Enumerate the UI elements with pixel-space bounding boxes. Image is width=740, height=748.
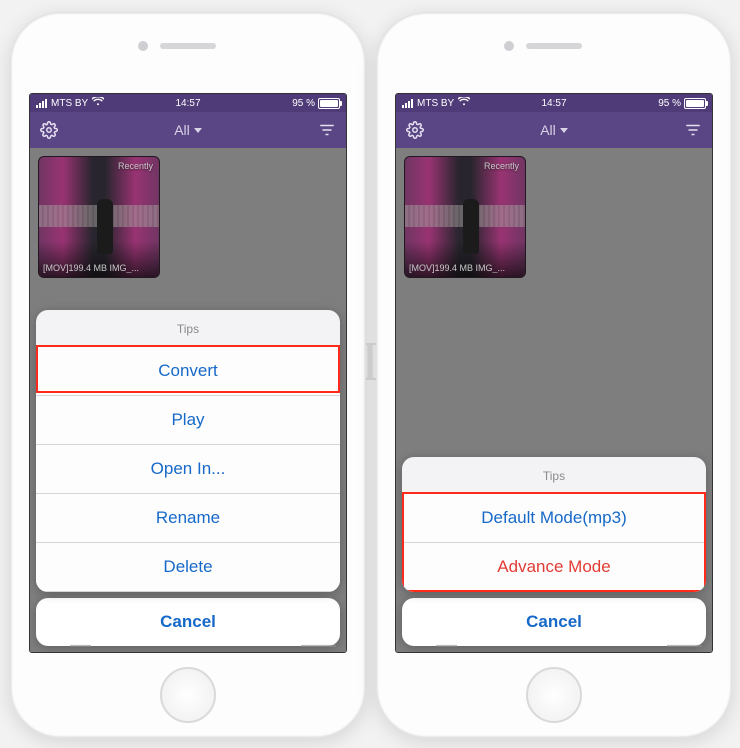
device-frame-left: MTS BY 14:57 95 % All	[10, 12, 366, 738]
sheet-header: Tips	[36, 310, 340, 347]
nav-filter-dropdown[interactable]: All	[174, 122, 202, 138]
sheet-item-play[interactable]: Play	[36, 396, 340, 445]
sheet-options-group: Tips Convert Play Open In... Rename Dele…	[36, 310, 340, 592]
gear-icon[interactable]	[406, 121, 424, 139]
device-frame-right: MTS BY 14:57 95 % All	[376, 12, 732, 738]
sheet-item-convert[interactable]: Convert	[36, 347, 340, 396]
sheet-item-delete[interactable]: Delete	[36, 543, 340, 592]
speaker-grill	[160, 43, 216, 49]
chevron-down-icon	[194, 128, 202, 133]
sheet-item-default-mode[interactable]: Default Mode(mp3)	[402, 494, 706, 543]
sheet-item-open-in[interactable]: Open In...	[36, 445, 340, 494]
status-bar: MTS BY 14:57 95 %	[396, 94, 712, 112]
app-nav: All	[30, 112, 346, 148]
front-camera	[138, 41, 148, 51]
chevron-down-icon	[560, 128, 568, 133]
filter-icon[interactable]	[318, 121, 336, 139]
background-hint: ▬▬▬▬▬▬▬▬	[436, 642, 702, 650]
sheet-item-rename[interactable]: Rename	[36, 494, 340, 543]
action-sheet: Tips Default Mode(mp3) Advance Mode Canc…	[402, 457, 706, 646]
nav-title-label: All	[540, 122, 556, 138]
battery-icon	[684, 98, 706, 109]
sheet-cancel[interactable]: Cancel	[402, 598, 706, 646]
content-area: Recently [MOV]199.4 MB IMG_... Tips Conv…	[30, 148, 346, 652]
gear-icon[interactable]	[40, 121, 58, 139]
status-bar: MTS BY 14:57 95 %	[30, 94, 346, 112]
battery-icon	[318, 98, 340, 109]
sheet-header: Tips	[402, 457, 706, 494]
sheet-options-group: Tips Default Mode(mp3) Advance Mode	[402, 457, 706, 592]
screen-left: MTS BY 14:57 95 % All	[29, 93, 347, 653]
clock-label: 14:57	[30, 98, 346, 109]
action-sheet: Tips Convert Play Open In... Rename Dele…	[36, 310, 340, 646]
home-button[interactable]	[160, 667, 216, 723]
sheet-cancel[interactable]: Cancel	[36, 598, 340, 646]
speaker-grill	[526, 43, 582, 49]
app-nav: All	[396, 112, 712, 148]
content-area: Recently [MOV]199.4 MB IMG_... Tips Defa…	[396, 148, 712, 652]
front-camera	[504, 41, 514, 51]
nav-filter-dropdown[interactable]: All	[540, 122, 568, 138]
sheet-item-advance-mode[interactable]: Advance Mode	[402, 543, 706, 592]
background-hint: ▬▬▬▬▬▬▬▬	[70, 642, 336, 650]
home-button[interactable]	[526, 667, 582, 723]
clock-label: 14:57	[396, 98, 712, 109]
screen-right: MTS BY 14:57 95 % All	[395, 93, 713, 653]
filter-icon[interactable]	[684, 121, 702, 139]
nav-title-label: All	[174, 122, 190, 138]
